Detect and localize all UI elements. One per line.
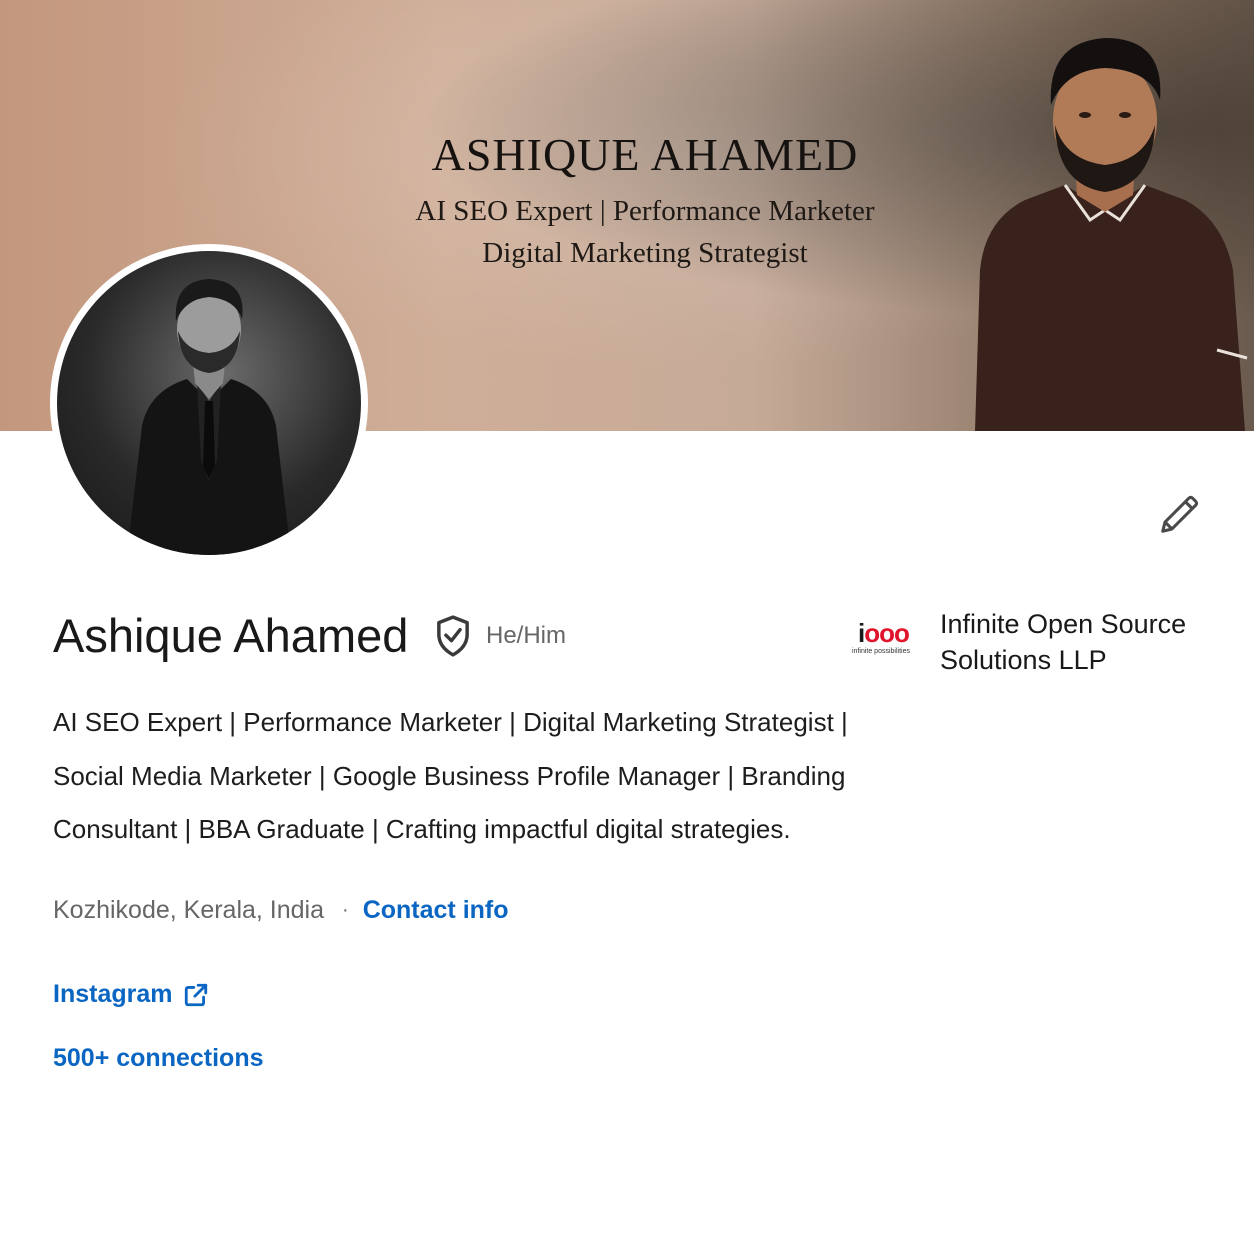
company-logo: iooo infinite possibilities — [848, 604, 924, 664]
profile-headline: AI SEO Expert | Performance Marketer | D… — [53, 707, 848, 844]
connections-link[interactable]: 500+ connections — [53, 1044, 264, 1073]
banner-subtitle-line2: Digital Marketing Strategist — [482, 237, 808, 269]
banner-title: ASHIQUE AHAMED — [431, 129, 859, 180]
pencil-icon — [1161, 495, 1199, 533]
location-row: Kozhikode, Kerala, India · Contact info — [53, 896, 509, 925]
company-logo-text: iooo — [858, 618, 910, 648]
banner-person-photo — [975, 38, 1248, 431]
external-link-icon — [185, 983, 208, 1006]
avatar-person-figure — [127, 279, 291, 555]
banner-subtitle-line1: AI SEO Expert | Performance Marketer — [415, 195, 875, 227]
company-name: Infinite Open Source Solutions LLP — [940, 609, 1187, 675]
pronouns: He/Him — [486, 622, 567, 649]
shield-check-icon[interactable] — [434, 614, 472, 658]
location-text: Kozhikode, Kerala, India — [53, 896, 325, 924]
edit-profile-button[interactable] — [1152, 486, 1208, 542]
profile-page: ASHIQUE AHAMED AI SEO Expert | Performan… — [0, 0, 1254, 1254]
avatar-photo — [57, 251, 361, 555]
contact-info-link[interactable]: Contact info — [363, 896, 509, 925]
separator-dot: · — [342, 899, 349, 921]
profile-avatar[interactable] — [50, 244, 368, 562]
company-logo-tagline: infinite possibilities — [852, 648, 910, 655]
instagram-link[interactable]: Instagram — [53, 980, 209, 1009]
current-company[interactable]: iooo infinite possibilities Infinite Ope… — [848, 604, 1200, 678]
profile-name: Ashique Ahamed — [53, 609, 409, 662]
instagram-link-label: Instagram — [53, 980, 173, 1008]
